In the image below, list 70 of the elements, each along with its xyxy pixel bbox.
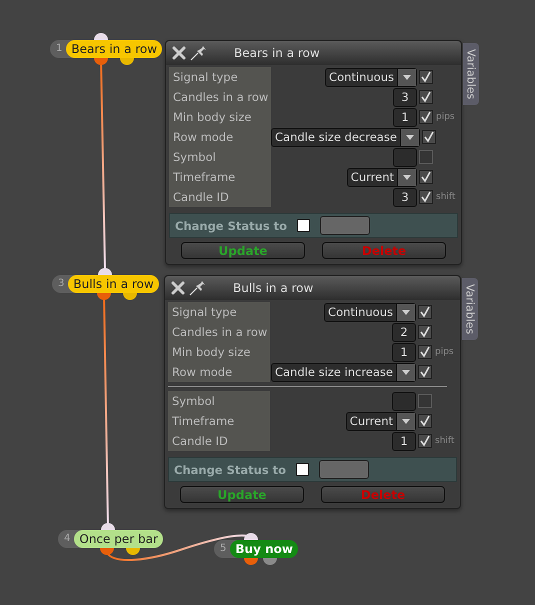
number-field[interactable]: 2 — [392, 322, 416, 342]
dropdown[interactable]: Candle size decrease — [271, 128, 420, 146]
checkbox[interactable] — [418, 394, 432, 408]
field-label: Candle ID — [169, 187, 271, 207]
checkbox[interactable] — [418, 325, 432, 339]
status-label: Change Status to — [174, 462, 286, 476]
checkbox[interactable] — [418, 305, 432, 319]
caret-icon — [402, 310, 410, 314]
dropdown[interactable]: Continuous — [324, 302, 416, 322]
dropdown[interactable]: Current — [346, 168, 417, 186]
checkbox[interactable] — [419, 170, 433, 184]
dropdown[interactable]: Continuous — [325, 68, 417, 86]
field-label: Symbol — [168, 391, 270, 411]
field-label: Min body size — [168, 342, 270, 362]
caret-icon — [403, 174, 411, 180]
field-label: Min body size — [169, 107, 271, 127]
number-field[interactable]: 1 — [392, 432, 416, 450]
checkbox[interactable] — [418, 365, 432, 379]
caret-icon — [402, 418, 410, 424]
field-label: Signal type — [169, 67, 271, 87]
caret-icon — [403, 74, 411, 80]
node-label[interactable]: Once per bar — [74, 530, 163, 548]
field-label: Symbol — [169, 147, 271, 167]
status-field[interactable] — [320, 216, 370, 235]
status-label: Change Status to — [175, 218, 288, 232]
unit-label: shift — [435, 192, 456, 202]
unit-label: shift — [434, 436, 456, 446]
field-label: Timeframe — [169, 167, 271, 187]
checkbox[interactable] — [296, 463, 310, 476]
caret-icon — [406, 134, 414, 140]
text-field[interactable] — [392, 392, 416, 410]
status-field[interactable] — [319, 460, 370, 479]
number-field[interactable]: 1 — [393, 108, 417, 126]
panel-title: Bears in a row — [234, 46, 320, 60]
text-field[interactable] — [393, 148, 417, 166]
checkbox[interactable] — [418, 434, 432, 448]
checkbox[interactable] — [419, 70, 433, 84]
checkbox[interactable] — [419, 90, 433, 104]
field-label: Row mode — [169, 127, 271, 147]
pin-icon[interactable] — [189, 280, 207, 296]
field-label: Row mode — [168, 362, 270, 382]
checkbox[interactable] — [422, 130, 436, 144]
checkbox[interactable] — [419, 150, 433, 164]
checkbox[interactable] — [418, 345, 432, 359]
dropdown[interactable]: Candle size increase — [270, 362, 416, 382]
number-field[interactable]: 3 — [393, 188, 417, 206]
field-label: Signal type — [168, 302, 270, 322]
checkbox[interactable] — [419, 190, 433, 204]
close-icon[interactable] — [172, 46, 186, 60]
number-field[interactable]: 1 — [392, 342, 416, 362]
close-icon[interactable] — [171, 281, 185, 295]
field-label: Candle ID — [168, 431, 270, 451]
checkbox[interactable] — [297, 219, 310, 232]
caret-icon — [402, 370, 410, 374]
node-label[interactable]: Buy now — [230, 540, 298, 558]
field-label: Timeframe — [168, 411, 270, 431]
unit-label: pips — [435, 112, 456, 122]
node-label[interactable]: Bulls in a row — [68, 275, 159, 293]
pin-icon[interactable] — [190, 45, 208, 61]
number-field[interactable]: 3 — [393, 88, 417, 106]
variables-tab[interactable]: Variables — [463, 43, 479, 105]
node-label[interactable]: Bears in a row — [66, 40, 162, 58]
unit-label: pips — [434, 347, 455, 357]
variables-tab[interactable]: Variables — [462, 278, 478, 340]
panel-title: Bulls in a row — [233, 281, 314, 295]
dropdown[interactable]: Current — [346, 412, 416, 430]
field-label: Candles in a row — [169, 87, 271, 107]
checkbox[interactable] — [419, 110, 433, 124]
checkbox[interactable] — [418, 414, 432, 428]
field-label: Candles in a row — [168, 322, 270, 342]
